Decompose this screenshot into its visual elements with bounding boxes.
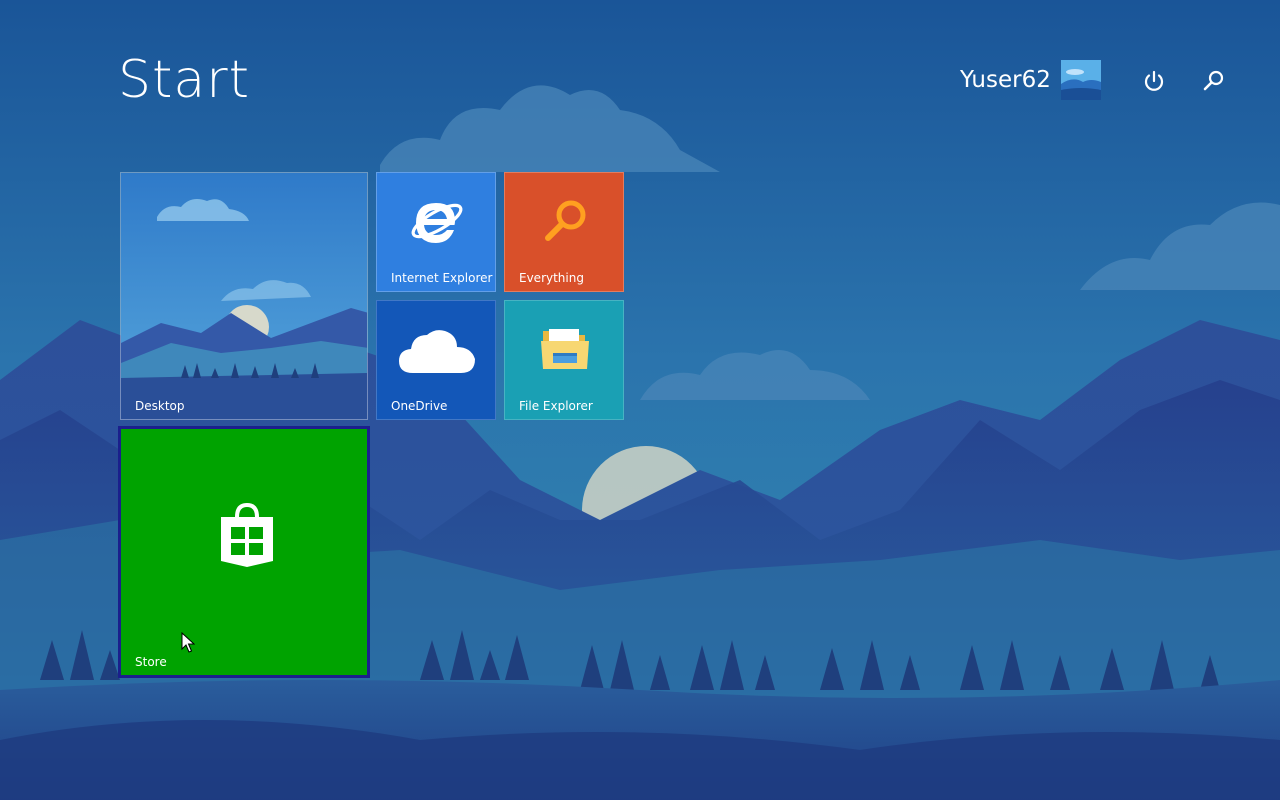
- tile-label: Internet Explorer: [391, 271, 493, 285]
- tile-desktop[interactable]: Desktop: [120, 172, 368, 420]
- tile-everything[interactable]: Everything: [504, 172, 624, 292]
- store-bag-icon: [221, 502, 273, 567]
- internet-explorer-icon: [411, 203, 463, 243]
- tile-onedrive[interactable]: OneDrive: [376, 300, 496, 420]
- tile-file-explorer[interactable]: File Explorer: [504, 300, 624, 420]
- tile-store[interactable]: Store: [118, 426, 370, 678]
- power-icon[interactable]: [1141, 68, 1167, 94]
- search-icon[interactable]: [1201, 68, 1227, 94]
- user-name[interactable]: Yuser62: [960, 67, 1051, 93]
- avatar[interactable]: [1060, 60, 1101, 100]
- desktop-wallpaper-preview: [121, 173, 367, 419]
- cloud-icon: [399, 330, 475, 373]
- tile-label: Desktop: [135, 399, 185, 413]
- tile-internet-explorer[interactable]: Internet Explorer: [376, 172, 496, 292]
- tile-label: Everything: [519, 271, 584, 285]
- magnifier-icon: [545, 200, 586, 241]
- mouse-cursor-icon: [181, 632, 195, 653]
- folder-icon: [541, 329, 589, 369]
- user-account[interactable]: Yuser62: [960, 60, 1101, 100]
- page-title: Start: [118, 50, 251, 110]
- tile-label: Store: [135, 655, 167, 669]
- tile-label: OneDrive: [391, 399, 448, 413]
- tile-label: File Explorer: [519, 399, 593, 413]
